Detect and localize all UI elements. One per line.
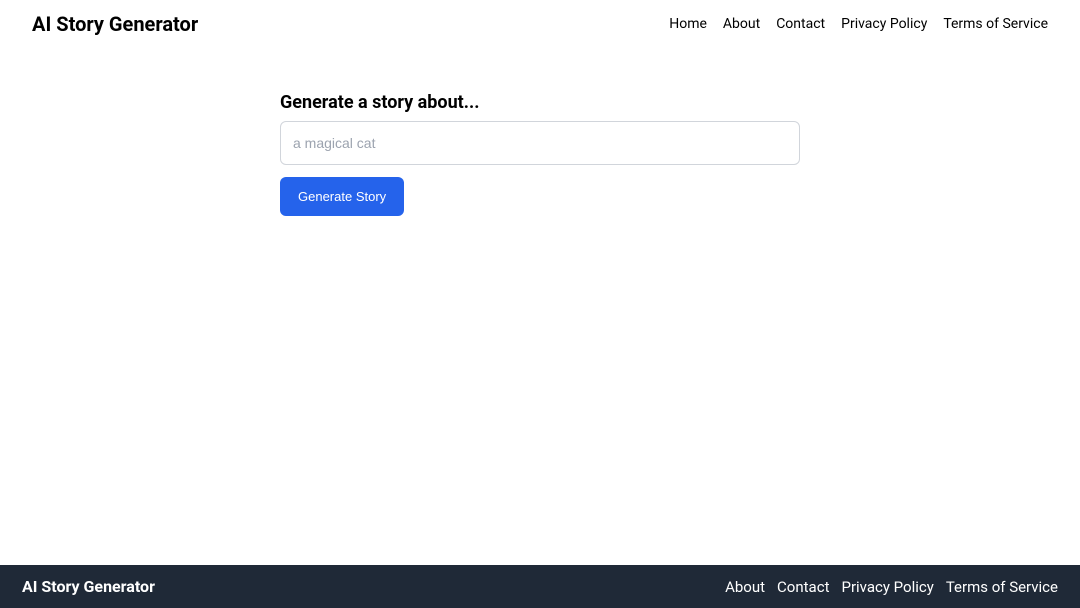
nav-contact[interactable]: Contact <box>776 16 825 32</box>
footer-nav-contact[interactable]: Contact <box>777 578 829 596</box>
footer: AI Story Generator About Contact Privacy… <box>0 565 1080 608</box>
footer-nav-terms[interactable]: Terms of Service <box>946 578 1058 596</box>
generate-button[interactable]: Generate Story <box>280 177 404 216</box>
story-form: Generate a story about... Generate Story <box>280 92 800 216</box>
nav-about[interactable]: About <box>723 16 760 32</box>
nav-privacy[interactable]: Privacy Policy <box>841 16 927 32</box>
site-title: AI Story Generator <box>32 12 198 36</box>
footer-nav: About Contact Privacy Policy Terms of Se… <box>725 578 1058 596</box>
footer-title: AI Story Generator <box>22 577 155 596</box>
main-content: Generate a story about... Generate Story <box>0 48 1080 565</box>
footer-nav-about[interactable]: About <box>725 578 765 596</box>
nav-terms[interactable]: Terms of Service <box>943 16 1048 32</box>
header-nav: Home About Contact Privacy Policy Terms … <box>669 16 1048 32</box>
footer-nav-privacy[interactable]: Privacy Policy <box>841 578 933 596</box>
prompt-input[interactable] <box>280 121 800 165</box>
nav-home[interactable]: Home <box>669 16 707 32</box>
header: AI Story Generator Home About Contact Pr… <box>0 0 1080 48</box>
prompt-label: Generate a story about... <box>280 92 800 113</box>
